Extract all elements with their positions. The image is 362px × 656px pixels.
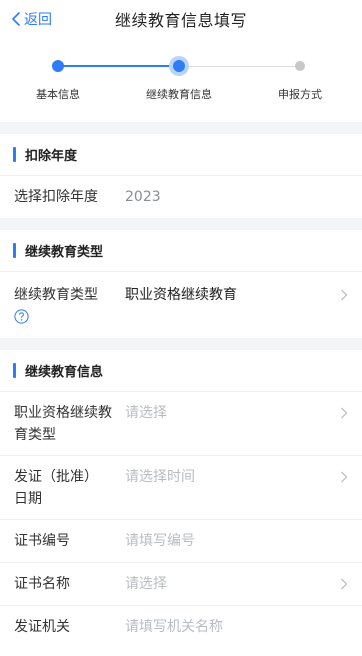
row-label: 职业资格继续教育类型 bbox=[14, 405, 112, 443]
step-label-declaration: 申报方式 bbox=[278, 88, 322, 101]
deduction-year-section: 扣除年度 选择扣除年度 2023 bbox=[0, 134, 362, 218]
row-label: 证书名称 bbox=[14, 576, 70, 592]
section-header: 继续教育类型 bbox=[0, 230, 362, 272]
certificate-number-input[interactable]: 请填写编号 bbox=[125, 530, 195, 552]
section-title: 继续教育信息 bbox=[25, 365, 104, 380]
row-label: 发证机关 bbox=[14, 619, 70, 635]
row-label: 继续教育类型 bbox=[14, 287, 98, 303]
certificate-number-row[interactable]: 证书编号 请填写编号 bbox=[0, 520, 362, 563]
step-label-education: 继续教育信息 bbox=[146, 88, 212, 101]
education-info-section: 继续教育信息 职业资格继续教育类型 请选择 发证（批准）日期 请选择时间 证书编… bbox=[0, 350, 362, 656]
section-accent-bar bbox=[13, 363, 16, 378]
row-label: 证书编号 bbox=[14, 533, 70, 549]
section-header: 扣除年度 bbox=[0, 134, 362, 176]
row-label: 发证（批准）日期 bbox=[14, 469, 98, 507]
step-dot-done bbox=[52, 60, 64, 72]
chevron-right-icon bbox=[341, 289, 348, 301]
section-title: 继续教育类型 bbox=[25, 245, 104, 260]
deduction-year-row[interactable]: 选择扣除年度 2023 bbox=[0, 176, 362, 218]
education-type-section: 继续教育类型 继续教育类型 职业资格继续教育 bbox=[0, 230, 362, 338]
deduction-year-value: 2023 bbox=[125, 189, 161, 205]
certificate-name-row[interactable]: 证书名称 请选择 bbox=[0, 563, 362, 606]
section-accent-bar bbox=[13, 243, 16, 258]
step-dot-current bbox=[173, 60, 185, 72]
step-connector-done bbox=[58, 65, 179, 67]
step-label-basic: 基本信息 bbox=[36, 88, 80, 101]
nav-bar: 返回 继续教育信息填写 bbox=[0, 0, 362, 38]
education-type-value: 职业资格继续教育 bbox=[125, 287, 237, 303]
question-circle-icon[interactable] bbox=[14, 309, 29, 324]
chevron-right-icon bbox=[341, 407, 348, 419]
issue-date-row[interactable]: 发证（批准）日期 请选择时间 bbox=[0, 456, 362, 520]
qualification-type-row[interactable]: 职业资格继续教育类型 请选择 bbox=[0, 392, 362, 456]
section-header: 继续教育信息 bbox=[0, 350, 362, 392]
section-title: 扣除年度 bbox=[25, 149, 78, 164]
section-accent-bar bbox=[13, 147, 16, 162]
education-type-row[interactable]: 继续教育类型 职业资格继续教育 bbox=[0, 272, 362, 338]
step-dot-todo bbox=[295, 61, 305, 71]
page-title: 继续教育信息填写 bbox=[114, 11, 247, 30]
row-label: 选择扣除年度 bbox=[14, 189, 98, 205]
chevron-right-icon bbox=[341, 471, 348, 483]
certificate-name-select[interactable]: 请选择 bbox=[125, 573, 167, 595]
issue-date-picker[interactable]: 请选择时间 bbox=[125, 466, 195, 488]
step-connector-todo bbox=[179, 66, 300, 67]
issuing-authority-input[interactable]: 请填写机关名称 bbox=[125, 616, 223, 638]
qualification-type-select[interactable]: 请选择 bbox=[125, 402, 167, 424]
progress-stepper: 基本信息 继续教育信息 申报方式 bbox=[0, 38, 362, 122]
chevron-right-icon bbox=[341, 578, 348, 590]
issuing-authority-row[interactable]: 发证机关 请填写机关名称 bbox=[0, 606, 362, 650]
